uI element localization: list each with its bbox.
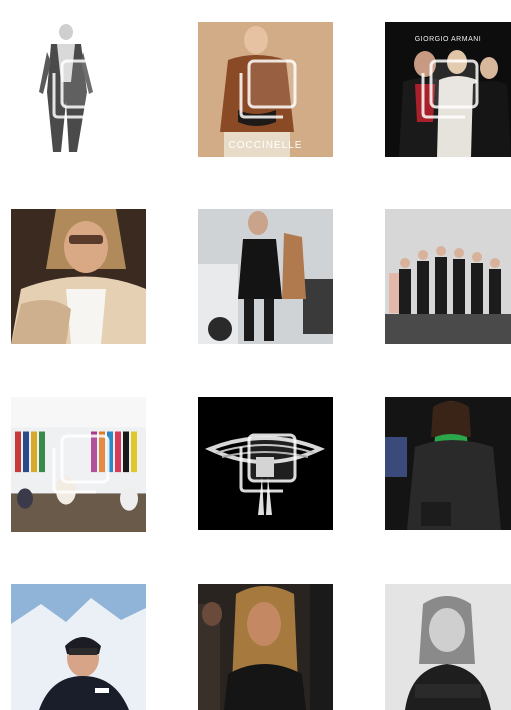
street-style-image	[198, 209, 333, 344]
post-group-photo[interactable]	[385, 209, 511, 344]
jewelry-necklace-image	[198, 397, 333, 530]
post-leather-coat[interactable]	[385, 397, 511, 530]
leather-coat-image	[385, 397, 511, 530]
fashion-sketch-image: .	[11, 22, 146, 157]
post-armani-event[interactable]: GIORGIO ARMANI	[385, 22, 511, 157]
post-fur-coat-portrait[interactable]	[11, 209, 146, 344]
post-coccinelle-model[interactable]: COCCINELLE	[198, 22, 333, 157]
coccinelle-model-image	[198, 22, 333, 157]
post-fashion-sketch[interactable]: .	[11, 22, 146, 157]
evening-blonde-image	[198, 584, 333, 710]
ski-portrait-image	[11, 584, 146, 710]
svg-text:.: .	[111, 22, 112, 24]
post-street-style[interactable]	[198, 209, 333, 344]
post-jewelry-necklace[interactable]	[198, 397, 333, 530]
post-grid: . COCCINELLE	[0, 0, 511, 710]
post-evening-blonde[interactable]	[198, 584, 333, 710]
store-interior-image	[11, 397, 146, 532]
armani-event-image	[385, 22, 511, 157]
post-store-interior[interactable]	[11, 397, 146, 532]
post-ski-portrait[interactable]	[11, 584, 146, 710]
fur-coat-portrait-image	[11, 209, 146, 344]
group-photo-image	[385, 209, 511, 344]
bw-portrait-image	[385, 584, 511, 710]
post-bw-portrait[interactable]	[385, 584, 511, 710]
